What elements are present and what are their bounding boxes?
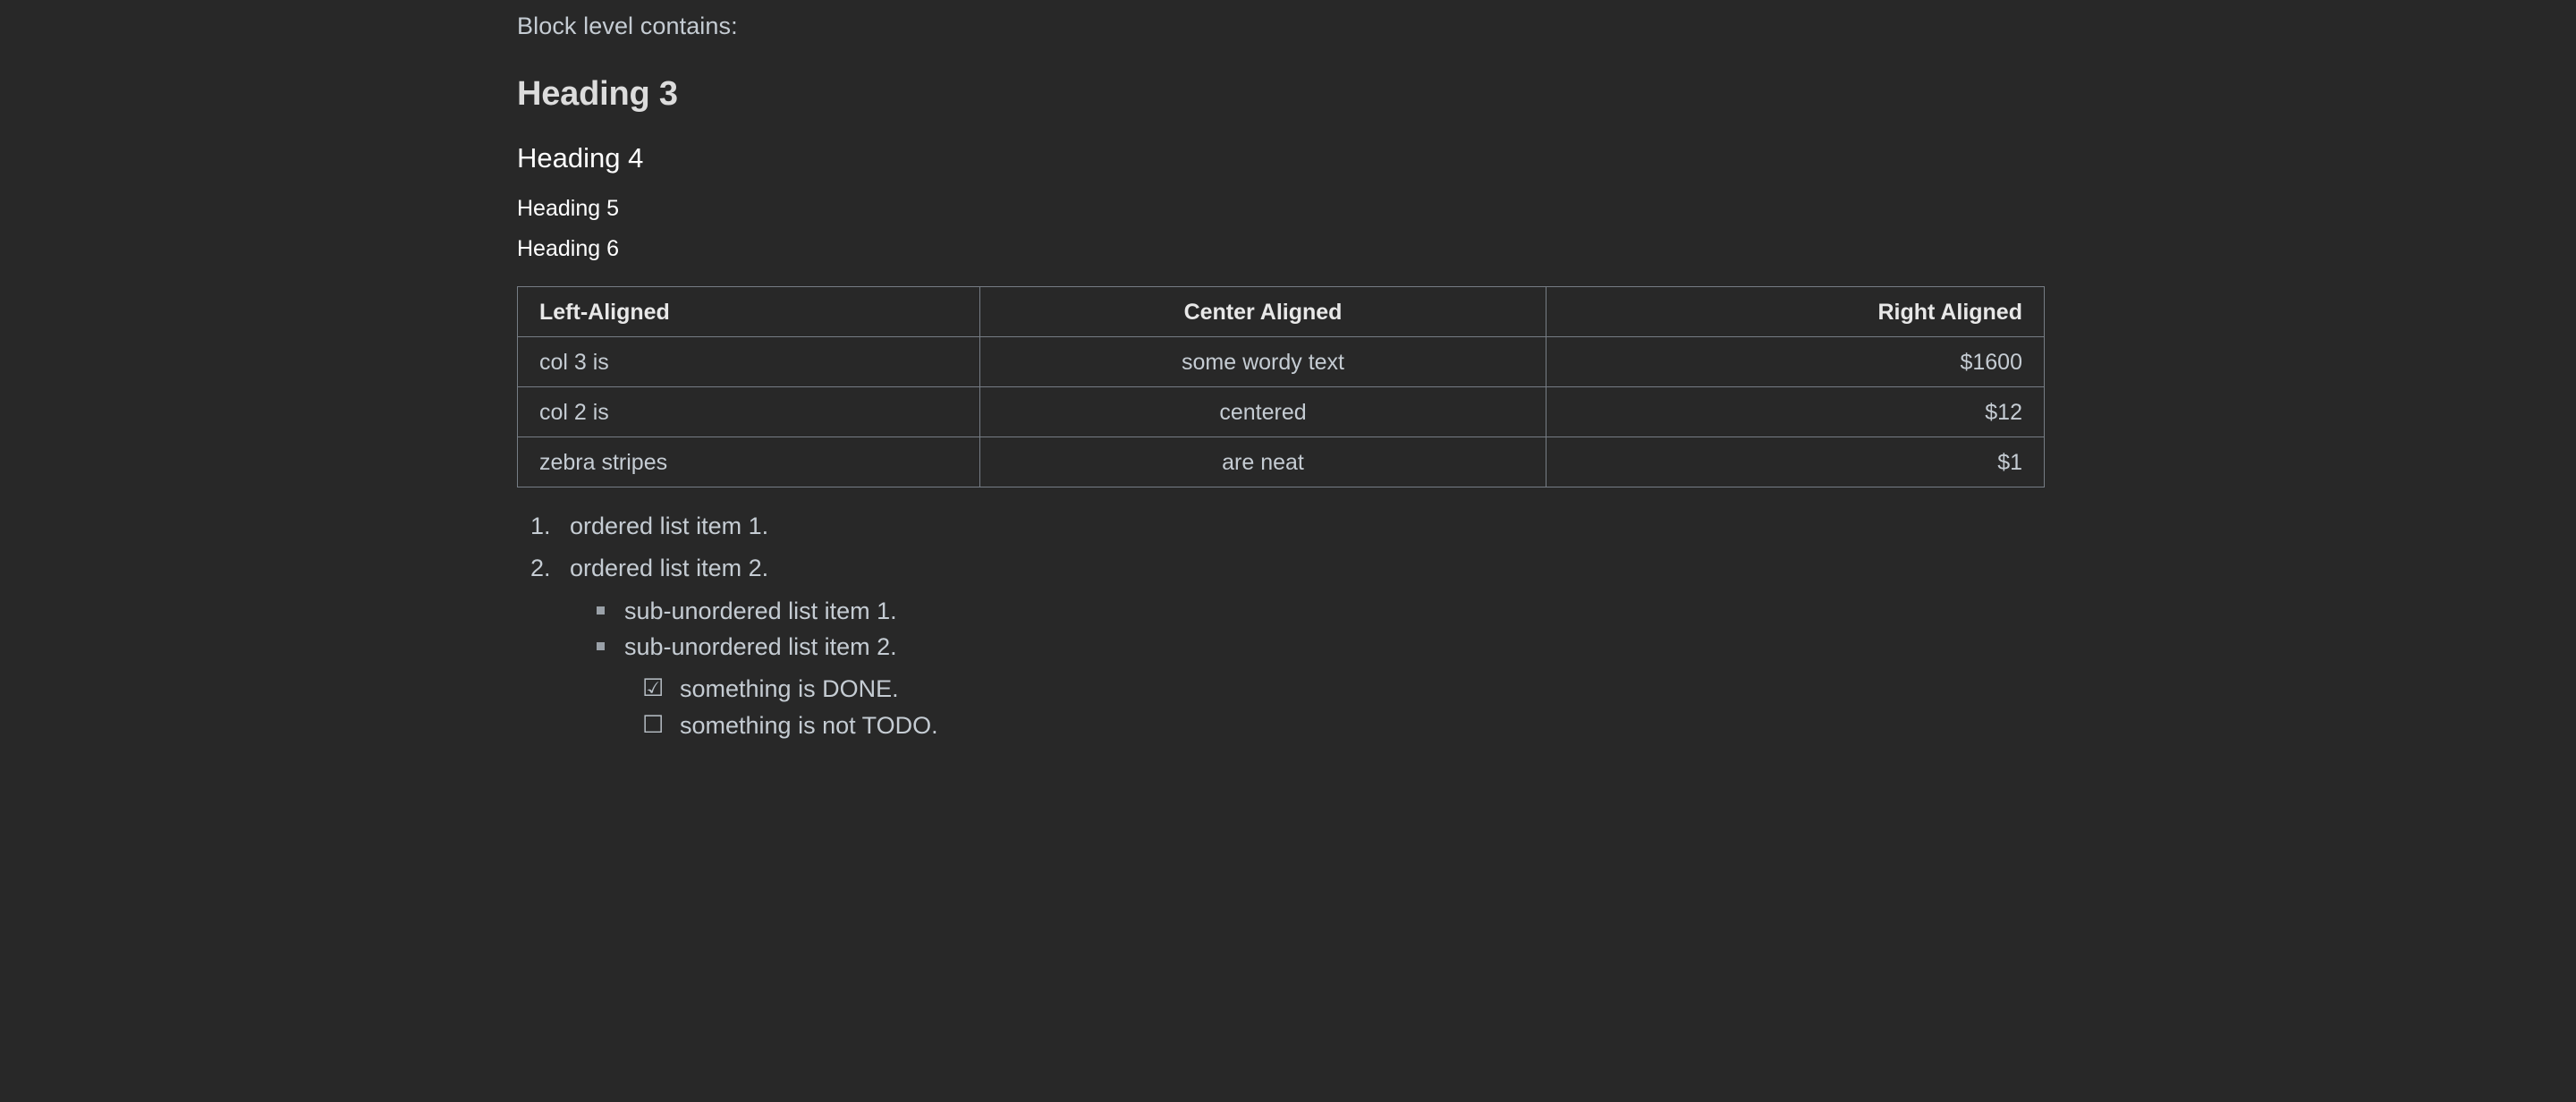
square-bullet-icon <box>597 606 605 615</box>
list-item-label: ordered list item 1. <box>570 513 769 539</box>
table-row: col 3 is some wordy text $1600 <box>517 336 2045 387</box>
intro-paragraph: Block level contains: <box>517 13 738 39</box>
task-list: ☑ something is DONE. ☐ something is not … <box>517 668 2576 742</box>
column-header-right-aligned: Right Aligned <box>1546 286 2045 337</box>
table-cell: are neat <box>979 437 1546 487</box>
list-item-label: ordered list item 2. <box>570 555 769 581</box>
table-cell: col 3 is <box>517 336 980 387</box>
checkbox-unchecked-icon[interactable]: ☐ <box>642 710 664 741</box>
table-cell: $1600 <box>1546 336 2045 387</box>
table-body: col 3 is some wordy text $1600 col 2 is … <box>517 336 2045 487</box>
heading-5: Heading 5 <box>517 196 619 221</box>
table-header-row: Left-Aligned Center Aligned Right Aligne… <box>517 286 2045 337</box>
list-item: 1. ordered list item 1. <box>517 512 2576 540</box>
table-row: zebra stripes are neat $1 <box>517 437 2045 487</box>
alignment-demo-table: Left-Aligned Center Aligned Right Aligne… <box>517 286 2045 487</box>
task-list-item: ☐ something is not TODO. <box>517 711 2576 742</box>
task-item-label: something is DONE. <box>680 675 899 702</box>
table-cell: zebra stripes <box>517 437 980 487</box>
checkbox-checked-icon[interactable]: ☑ <box>642 674 664 704</box>
list-item: sub-unordered list item 2. <box>517 632 2576 661</box>
sub-unordered-list: sub-unordered list item 1. sub-unordered… <box>517 589 2576 661</box>
column-header-left-aligned: Left-Aligned <box>517 286 980 337</box>
list-item: sub-unordered list item 1. <box>517 597 2576 625</box>
table-cell: some wordy text <box>979 336 1546 387</box>
column-header-center-aligned: Center Aligned <box>979 286 1546 337</box>
table-row: col 2 is centered $12 <box>517 386 2045 437</box>
list-marker: 1. <box>530 513 551 539</box>
list-item-label: sub-unordered list item 2. <box>624 633 897 660</box>
task-list-item: ☑ something is DONE. <box>517 674 2576 705</box>
heading-3: Heading 3 <box>517 75 678 113</box>
list-marker: 2. <box>530 555 551 581</box>
table-header: Left-Aligned Center Aligned Right Aligne… <box>517 286 2045 337</box>
table-cell: $1 <box>1546 437 2045 487</box>
table-cell: col 2 is <box>517 386 980 437</box>
list-item-label: sub-unordered list item 1. <box>624 598 897 624</box>
table-cell: $12 <box>1546 386 2045 437</box>
task-item-label: something is not TODO. <box>680 712 938 739</box>
document-page: Block level contains: Heading 3 Heading … <box>0 0 2576 1102</box>
table-cell: centered <box>979 386 1546 437</box>
heading-6: Heading 6 <box>517 236 619 261</box>
table-container: Left-Aligned Center Aligned Right Aligne… <box>517 261 2576 487</box>
list-item: 2. ordered list item 2. <box>517 554 2576 582</box>
heading-4: Heading 4 <box>517 142 644 174</box>
ordered-list: 1. ordered list item 1. 2. ordered list … <box>517 487 2576 582</box>
square-bullet-icon <box>597 642 605 650</box>
